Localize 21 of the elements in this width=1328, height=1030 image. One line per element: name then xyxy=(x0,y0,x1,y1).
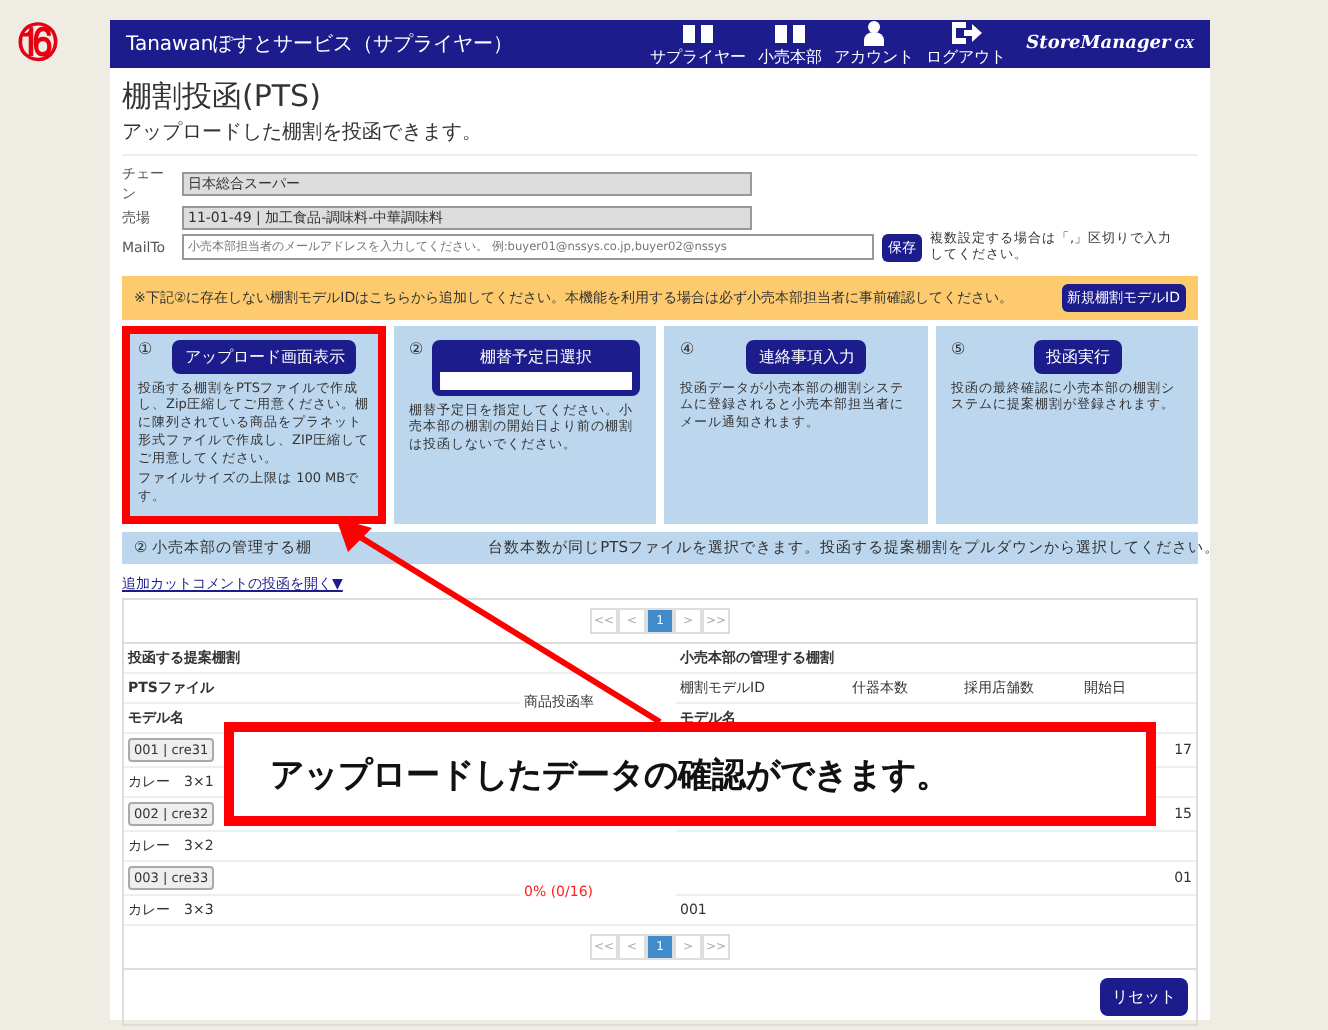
callout-text: アップロードしたデータの確認ができます。 xyxy=(224,722,1156,826)
step-button[interactable]: 連絡事項入力 xyxy=(746,339,867,374)
step-number: ② xyxy=(409,339,424,358)
icon-label[interactable]: アカウント xyxy=(834,46,915,68)
reset-button[interactable]: リセット xyxy=(1100,977,1188,1016)
person-icon xyxy=(862,20,887,46)
date-field[interactable] xyxy=(439,371,632,390)
step-number: ⑤ xyxy=(951,339,966,358)
icon-label[interactable]: ログアウト xyxy=(926,46,1007,68)
date-select-button[interactable]: 棚替予定日選択 xyxy=(431,339,640,396)
logout-icon xyxy=(950,20,983,46)
app-title: Tanawanぽすとサービス（サプライヤー） xyxy=(126,31,516,58)
step-button[interactable]: アップロード画面表示 xyxy=(172,339,357,374)
step-number-label: ⑯ xyxy=(18,16,58,70)
step-button[interactable]: 投函実行 xyxy=(1033,339,1122,374)
icon-label[interactable]: 小売本部 xyxy=(758,45,823,67)
step-number: ① xyxy=(138,339,153,358)
page-subtitle: アップロードした棚割を投函できます。 xyxy=(122,118,1198,156)
icon-label[interactable]: サプライヤー xyxy=(650,45,747,67)
step-number: ④ xyxy=(680,339,695,358)
page-title: 棚割投函(PTS) xyxy=(122,78,323,116)
